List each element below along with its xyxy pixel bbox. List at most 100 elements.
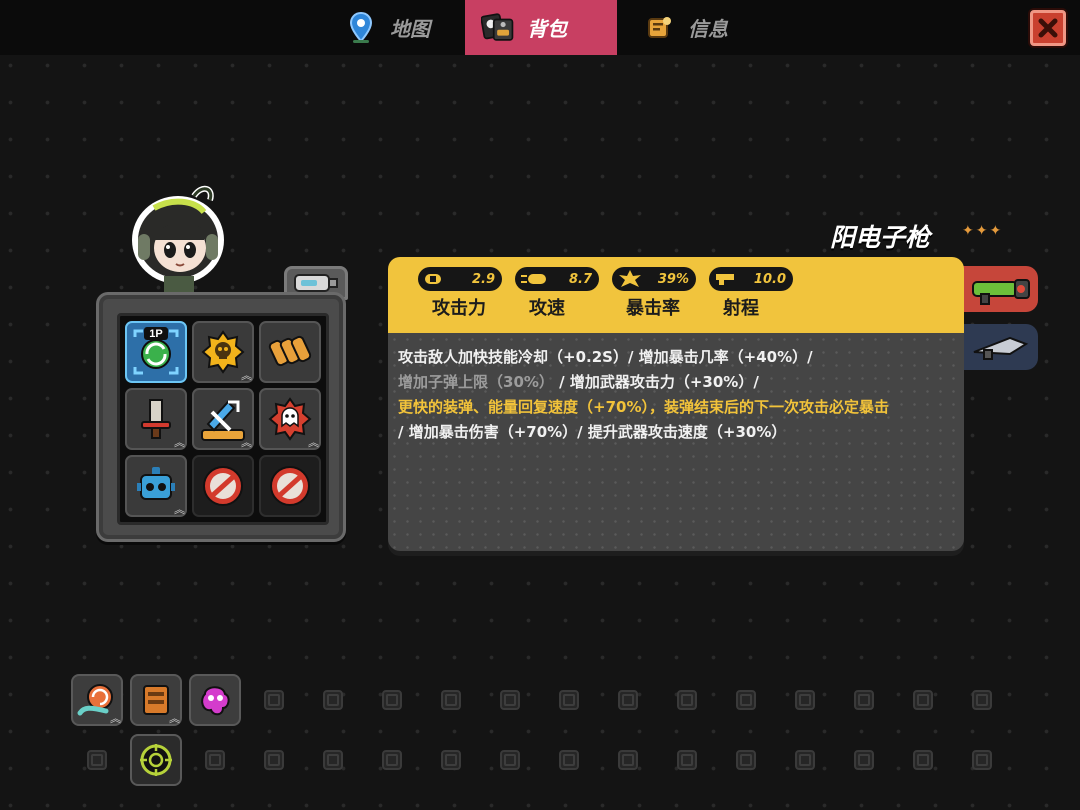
weapon-thumb[interactable] [962,324,1038,370]
empty-slot-placeholder-icon [972,690,992,710]
empty-slot-placeholder-icon [618,690,638,710]
empty-slot-placeholder-icon [854,690,874,710]
stat-pill: 8.7 [515,267,599,291]
loadout-slot-empty[interactable] [259,455,321,517]
inventory-slot-empty[interactable] [248,734,300,786]
loadout-slot[interactable]: ︽ [192,388,254,450]
inventory-slot-empty[interactable] [307,674,359,726]
inventory-slot-empty[interactable] [956,734,1008,786]
loadout-slot[interactable] [259,321,321,383]
inventory-slot-empty[interactable] [956,674,1008,726]
inventory-slot-empty[interactable] [189,734,241,786]
inventory-slot-empty[interactable] [484,734,536,786]
description-line: / 增加暴击伤害（+70%）/ 提升武器攻击速度（+30%） [398,423,787,441]
empty-slot-placeholder-icon [87,750,107,770]
empty-slot-placeholder-icon [264,750,284,770]
empty-slot-placeholder-icon [618,750,638,770]
character-portrait [124,184,232,292]
stat-attack-label: 攻击力 [432,298,486,319]
inventory-slot-empty[interactable] [720,734,772,786]
loadout-slot[interactable]: 1P [125,321,187,383]
inventory-slot-empty[interactable] [897,734,949,786]
inventory-slot-empty[interactable] [366,734,418,786]
close-button[interactable] [1030,10,1066,46]
loadout-slot[interactable]: ︽ [259,388,321,450]
inventory-slot-empty[interactable] [897,674,949,726]
empty-slot-placeholder-icon [736,750,756,770]
inventory-slot-empty[interactable] [720,674,772,726]
upgrade-chevron: ︽ [241,370,252,382]
stat-attack-value: 2.9 [471,271,495,287]
stat-crit-label: 暴击率 [626,298,680,319]
inventory-slot-empty[interactable] [307,734,359,786]
empty-slot-placeholder-icon [441,750,461,770]
empty-slot-placeholder-icon [500,750,520,770]
inventory-slot[interactable]: ︽ [130,674,182,726]
empty-slot-placeholder-icon [795,690,815,710]
loadout-grid: 1P ︽ ︽ ︽ ︽ ︽ [117,313,329,525]
ghost-badge-icon [268,397,312,441]
loadout-panel: 1P ︽ ︽ ︽ ︽ ︽ [96,292,346,542]
tab-backpack[interactable]: 背包 [465,0,617,55]
upgrade-chevron: ︽ [308,437,319,449]
inventory-slot-empty[interactable] [661,674,713,726]
upgrade-chevron: ︽ [174,437,185,449]
inventory-slot[interactable]: ︽ [71,674,123,726]
ammo-belt-icon [268,335,312,367]
inventory-slot-empty[interactable] [543,734,595,786]
inventory-slot-empty[interactable] [71,734,123,786]
close-icon [1038,18,1058,38]
weapon-stats-bar: 2.9 攻击力 8.7 攻速 39% 暴击率 10.0 射程 [388,257,964,335]
empty-slot-placeholder-icon [205,750,225,770]
inventory-slot-empty[interactable] [543,674,595,726]
map-pin-icon [344,11,378,45]
inventory-slot-empty[interactable] [838,674,890,726]
description-line: 增加子弹上限（30%） / 增加武器攻击力（+30%）/ [398,370,956,395]
inventory-slot-empty[interactable] [661,734,713,786]
robot-head-icon [137,467,175,500]
description-dim-text: 增加子弹上限（30%） [398,373,554,391]
bullet-damage-icon [425,274,441,284]
empty-slot-placeholder-icon [972,750,992,770]
empty-slot-placeholder-icon [559,750,579,770]
inventory-slot-empty[interactable] [602,674,654,726]
weapon-thumb-selected[interactable] [962,266,1038,312]
inventory-slot-empty[interactable] [425,674,477,726]
player-badge: 1P [149,328,162,340]
stat-pill: 10.0 [709,267,793,291]
empty-slot-placeholder-icon [736,690,756,710]
empty-slot-placeholder-icon [323,750,343,770]
empty-slot-placeholder-icon [677,750,697,770]
empty-slot-placeholder-icon [382,690,402,710]
upgrade-chevron: ︽ [110,713,121,725]
inventory-slot-empty[interactable] [248,674,300,726]
weapon-name: 阳电子枪 [830,223,931,252]
stat-range: 10.0 射程 [709,267,793,320]
inventory-slot-empty[interactable] [484,674,536,726]
loadout-slot[interactable]: ︽ [125,388,187,450]
description-text: / 增加武器攻击力（+30%）/ [559,373,759,391]
tab-map[interactable]: 地图 [328,0,465,55]
stat-speed-value: 8.7 [568,271,592,287]
inventory-slot-empty[interactable] [425,734,477,786]
tab-map-label: 地图 [390,17,430,41]
upgrade-chevron: ︽ [241,437,252,449]
crit-burst-icon [619,270,641,287]
empty-slot-placeholder-icon [677,690,697,710]
inventory-slot[interactable] [189,674,241,726]
sword-icon [141,399,171,439]
inventory-slot[interactable] [130,734,182,786]
loadout-slot[interactable]: ︽ [125,455,187,517]
inventory-slot-empty[interactable] [602,734,654,786]
loadout-slot[interactable]: ︽ [192,321,254,383]
inventory-slot-empty[interactable] [779,674,831,726]
inventory-slot-empty[interactable] [779,734,831,786]
empty-slot-placeholder-icon [323,690,343,710]
empty-slot-placeholder-icon [382,750,402,770]
inventory-slot-empty[interactable] [366,674,418,726]
tab-info[interactable]: 信息 [626,0,776,55]
loadout-slot-empty[interactable] [192,455,254,517]
inventory-slot-empty[interactable] [838,734,890,786]
empty-slot-placeholder-icon [500,690,520,710]
stat-pill: 2.9 [418,267,502,291]
